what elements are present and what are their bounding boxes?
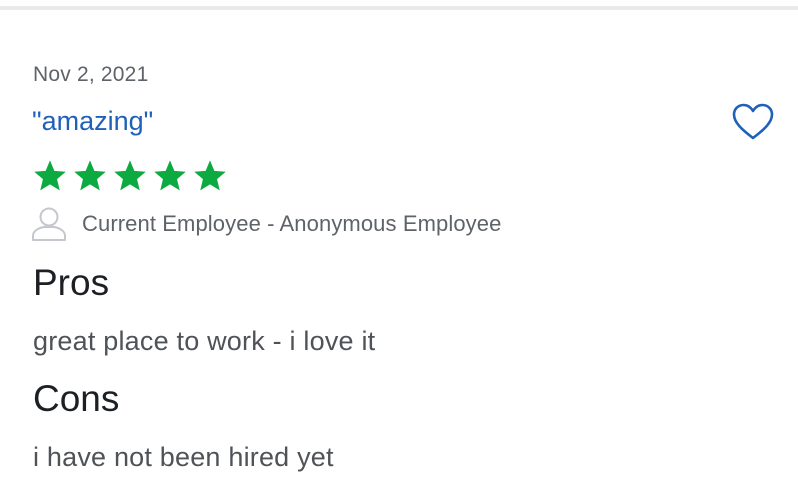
heart-outline-icon <box>732 103 774 140</box>
top-divider <box>0 0 798 10</box>
author-info: Current Employee - Anonymous Employee <box>82 211 502 236</box>
person-outline-icon <box>32 207 66 241</box>
favorite-button[interactable] <box>731 102 775 142</box>
cons-heading: Cons <box>33 378 120 419</box>
cons-text: i have not been hired yet <box>33 442 334 472</box>
star-icon <box>154 160 186 191</box>
pros-heading: Pros <box>33 262 110 303</box>
star-icon <box>114 160 146 191</box>
star-icon <box>74 160 106 191</box>
star-icon <box>194 160 226 191</box>
review-title-link[interactable]: "amazing" <box>32 106 153 137</box>
review-date: Nov 2, 2021 <box>33 63 149 86</box>
star-icon <box>34 160 66 191</box>
author-row: Current Employee - Anonymous Employee <box>30 206 501 242</box>
review-card: Nov 2, 2021 "amazing" Current Employee -… <box>0 10 798 496</box>
pros-text: great place to work - i love it <box>33 326 376 356</box>
rating-stars <box>32 158 228 194</box>
